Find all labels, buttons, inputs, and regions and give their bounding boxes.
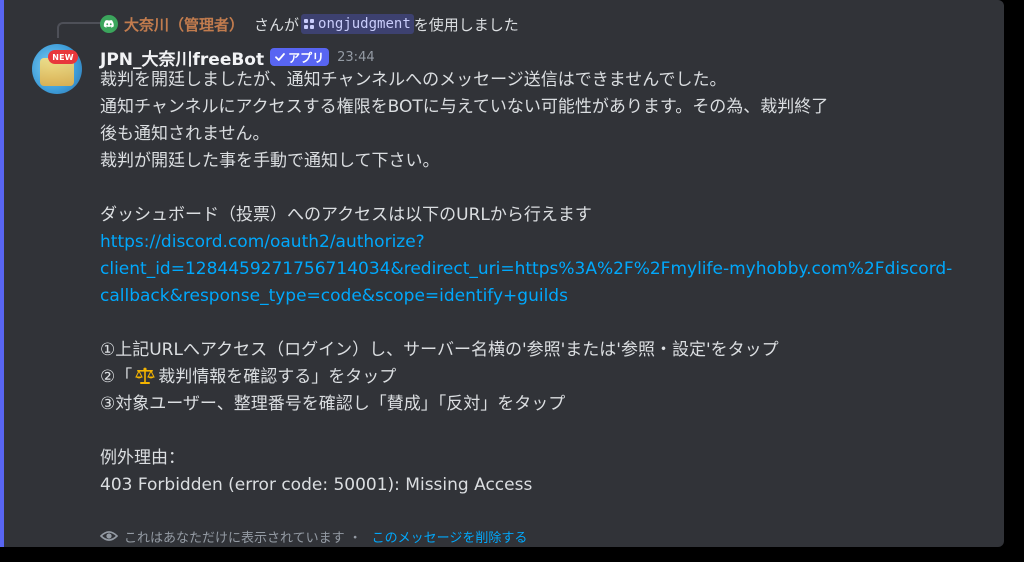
- avatar-new-badge: NEW: [48, 50, 78, 64]
- dashboard-url-link[interactable]: https://discord.com/oauth2/authorize? cl…: [100, 229, 980, 310]
- ephemeral-message: 大奈川（管理者） さんが ongjudgment を使用しました NEW JPN…: [0, 0, 1004, 547]
- balance-scale-icon: [135, 367, 156, 384]
- ephemeral-notice: これはあなただけに表示されています ・ このメッセージを削除する: [100, 526, 527, 546]
- instruction-step-3: ③対象ユーザー、整理番号を確認し「賛成」「反対」をタップ: [100, 394, 566, 414]
- footer-separator: ・: [348, 530, 362, 546]
- mention-accent-bar: [0, 0, 4, 547]
- url-line[interactable]: client_id=1284459271756714034&redirect_u…: [100, 256, 980, 283]
- message-line: 後も通知されません。: [100, 124, 270, 144]
- instruction-step-1: ①上記URLへアクセス（ログイン）し、サーバー名横の'参照'または'参照・設定'…: [100, 340, 779, 360]
- step2-prefix: ②「: [100, 367, 133, 387]
- message-content: 裁判を開廷しましたが、通知チャンネルへのメッセージ送信はできませんでした。 通知…: [100, 67, 980, 499]
- visibility-text: これはあなただけに表示されています: [124, 530, 345, 546]
- message-timestamp[interactable]: 23:44: [337, 50, 374, 65]
- checkmark-icon: [275, 53, 286, 61]
- url-line[interactable]: https://discord.com/oauth2/authorize?: [100, 229, 980, 256]
- dismiss-message-link[interactable]: このメッセージを削除する: [372, 527, 528, 546]
- slash-command-mention[interactable]: ongjudgment: [301, 14, 414, 34]
- command-reply-context[interactable]: 大奈川（管理者） さんが ongjudgment を使用しました: [100, 12, 519, 36]
- bot-username[interactable]: JPN_大奈川freeBot: [100, 45, 264, 70]
- app-command-icon: [304, 19, 315, 29]
- exception-text: 403 Forbidden (error code: 50001): Missi…: [100, 475, 533, 495]
- url-line[interactable]: callback&response_type=code&scope=identi…: [100, 283, 980, 310]
- reply-username[interactable]: 大奈川（管理者）: [124, 14, 244, 35]
- discord-logo-icon: [100, 15, 118, 33]
- exception-label: 例外理由：: [100, 448, 185, 468]
- app-tag-label: アプリ: [288, 50, 325, 65]
- step2-text: 裁判情報を確認する」をタップ: [158, 367, 397, 387]
- message-line: 裁判を開廷しましたが、通知チャンネルへのメッセージ送信はできませんでした。: [100, 70, 727, 90]
- message-line: 裁判が開廷した事を手動で通知して下さい。: [100, 151, 440, 171]
- instruction-step-2: ②「 裁判情報を確認する」をタップ: [100, 364, 980, 391]
- reply-connector: [57, 22, 103, 38]
- dashboard-heading: ダッシュボード（投票）へのアクセスは以下のURLから行えます: [100, 205, 592, 225]
- reply-text: さんが: [254, 15, 300, 34]
- message-line: 通知チャンネルにアクセスする権限をBOTに与えていない可能性があります。その為、…: [100, 97, 829, 117]
- reply-text-after: を使用しました: [413, 15, 519, 34]
- slash-command-name: ongjudgment: [318, 16, 411, 32]
- eye-icon: [100, 531, 118, 541]
- app-tag: アプリ: [270, 48, 330, 66]
